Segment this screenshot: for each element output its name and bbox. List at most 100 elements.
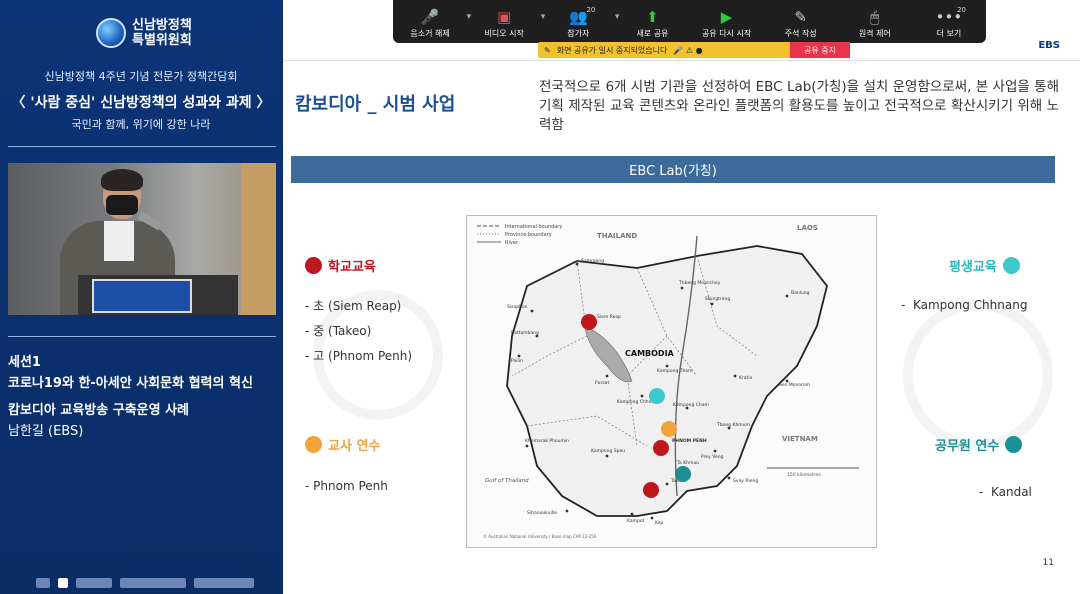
category-lifelong: 평생교육	[949, 256, 1020, 275]
place: Pailin	[511, 358, 523, 364]
mic-muted-icon: 🎤	[420, 8, 440, 26]
participant-count: 20	[586, 6, 596, 14]
session-label: 세션1	[8, 355, 41, 370]
place: Prey Veng	[701, 454, 724, 460]
place: Stungtreng	[705, 296, 730, 302]
category-school: 학교교육	[305, 256, 376, 275]
map-credit: © Australian National University / Base …	[483, 534, 597, 539]
ebs-logo: EBS	[1038, 40, 1060, 51]
neighbor-label: THAILAND	[597, 232, 637, 240]
resume-share-button[interactable]: ▶ 공유 다시 시작	[690, 0, 764, 43]
more-count: 20	[957, 6, 966, 14]
place: Kampong Thom	[657, 368, 693, 374]
partner-logo	[36, 578, 50, 588]
school-dot-icon	[305, 257, 322, 274]
session-title: 코로나19와 한-아세안 사회문화 협력의 혁신	[8, 376, 253, 391]
category-label: 평생교육	[949, 260, 997, 275]
share-status-text: 화면 공유가 일시 중지되었습니다	[556, 45, 668, 55]
place: Samraong	[581, 258, 604, 264]
annotate-icon: ✎	[794, 8, 807, 26]
neighbor-label: LAOS	[797, 224, 818, 232]
place: Siem Reap	[597, 314, 621, 320]
legend-intl: International boundary	[505, 224, 562, 230]
remote-control-icon: 🖱	[870, 8, 880, 26]
section-banner: EBC Lab(가칭)	[291, 156, 1055, 183]
category-label: 교사 연수	[328, 439, 381, 454]
marker-kandal	[675, 466, 691, 482]
partner-logo	[76, 578, 112, 588]
stop-share-button[interactable]: 공유 중지	[790, 42, 850, 58]
event-slogan: 국민과 함께, 위기에 강한 나라	[71, 118, 211, 131]
toolbar-label: 참가자	[567, 29, 590, 38]
participants-icon: 👥	[568, 8, 588, 26]
annotate-button[interactable]: ✎ 주석 작성	[764, 0, 838, 43]
slide-description: 전국적으로 6개 시범 기관을 선정하여 EBC Lab(가칭)을 설치 운영함…	[539, 79, 1059, 133]
list-item: 고 (Phnom Penh)	[313, 349, 413, 363]
banner-label: EBC Lab(가칭)	[629, 164, 717, 179]
committee-logo: 신남방정책 특별위원회	[96, 18, 192, 48]
lifelong-list: - Kampong Chhnang	[901, 298, 1028, 312]
legend-river: River	[505, 240, 519, 246]
list-item: Kampong Chhnang	[912, 298, 1028, 312]
place: Svay Rieng	[733, 478, 758, 484]
marker-takeo	[643, 482, 659, 498]
event-subtitle: 신남방정책 4주년 기념 전문가 정책간담회	[44, 70, 238, 83]
session-info: 세션1 코로나19와 한-아세안 사회문화 협력의 혁신 캄보디아 교육방송 구…	[8, 352, 253, 421]
category-label: 공무원 연수	[935, 439, 1000, 454]
footer-logos	[36, 578, 254, 588]
civil-list: - Kandal	[979, 485, 1032, 499]
place: Sihanoukville	[527, 510, 557, 516]
toolbar-label: 음소거 해제	[410, 29, 450, 38]
marker-phnom-penh-school	[653, 440, 669, 456]
remote-control-button[interactable]: 🖱 원격 제어	[838, 0, 912, 43]
video-off-icon: ▣	[497, 8, 512, 26]
globe-logo-icon	[96, 18, 126, 48]
marker-kampong-chhnang	[649, 388, 665, 404]
marker-phnom-penh-teacher	[661, 421, 677, 437]
place: Kampong Cham	[673, 402, 709, 408]
stop-share-label: 공유 중지	[804, 45, 836, 55]
participants-button[interactable]: 👥 20 참가자 ▾	[541, 0, 619, 43]
webinar-side-panel: 신남방정책 특별위원회 신남방정책 4주년 기념 전문가 정책간담회 〈 '사람…	[0, 0, 282, 594]
toolbar-label: 비디오 시작	[484, 29, 524, 38]
country-label: CAMBODIA	[625, 349, 675, 358]
civil-dot-icon	[1005, 436, 1023, 453]
category-label: 학교교육	[328, 260, 376, 275]
place: Kep	[655, 520, 663, 526]
divider	[8, 336, 276, 337]
more-button[interactable]: ••• 20 더 보기	[912, 0, 986, 43]
neighbor-label: VIETNAM	[782, 435, 818, 443]
place: Kampong Speu	[591, 448, 625, 454]
cambodia-map: International boundary Province boundary…	[466, 215, 877, 548]
partner-logo	[58, 578, 68, 588]
sea-label: Gulf of Thailand	[485, 478, 529, 484]
shared-slide: EBS 캄보디아 _ 시범 사업 전국적으로 6개 시범 기관을 선정하여 EB…	[283, 0, 1080, 594]
slide-page-number: 11	[1042, 558, 1054, 568]
divider	[8, 146, 276, 147]
meeting-toolbar: 🎤 음소거 해제 ▾ ▣ 비디오 시작 ▾ 👥 20 참가자 ▾ ⬆ 새로 공유…	[393, 0, 986, 43]
place: Tbong Khmum	[716, 422, 750, 428]
teacher-dot-icon	[305, 436, 322, 453]
place: Kampot	[627, 518, 645, 524]
list-item: 초 (Siem Reap)	[313, 299, 402, 313]
share-status-bar: ✎ 화면 공유가 일시 중지되었습니다 🎤 ⚠ ● 공유 중지	[538, 42, 850, 58]
toolbar-label: 새로 공유	[636, 29, 669, 38]
start-video-button[interactable]: ▣ 비디오 시작 ▾	[467, 0, 546, 43]
map-svg: International boundary Province boundary…	[467, 216, 876, 547]
lifelong-dot-icon	[1002, 257, 1020, 274]
speaker-name: 남한길 (EBS)	[8, 424, 84, 439]
place: PHNOM PENH	[672, 438, 707, 444]
map-scale: 150 kilometres	[787, 472, 821, 478]
pin-icon: ✎	[544, 45, 551, 55]
unmute-button[interactable]: 🎤 음소거 해제 ▾	[393, 0, 471, 43]
place: Thbeng Meanchey	[678, 280, 721, 286]
partner-logo	[194, 578, 254, 588]
new-share-button[interactable]: ⬆ 새로 공유	[615, 0, 689, 43]
teacher-list: - Phnom Penh	[305, 479, 388, 493]
legend-province: Province boundary	[505, 232, 552, 238]
place: Khemarak Phoumin	[525, 438, 569, 444]
speaker-video	[8, 163, 276, 315]
resume-icon: ▶	[720, 8, 733, 26]
place: Ta Khmau	[676, 460, 699, 466]
share-icon: ⬆	[646, 8, 659, 26]
